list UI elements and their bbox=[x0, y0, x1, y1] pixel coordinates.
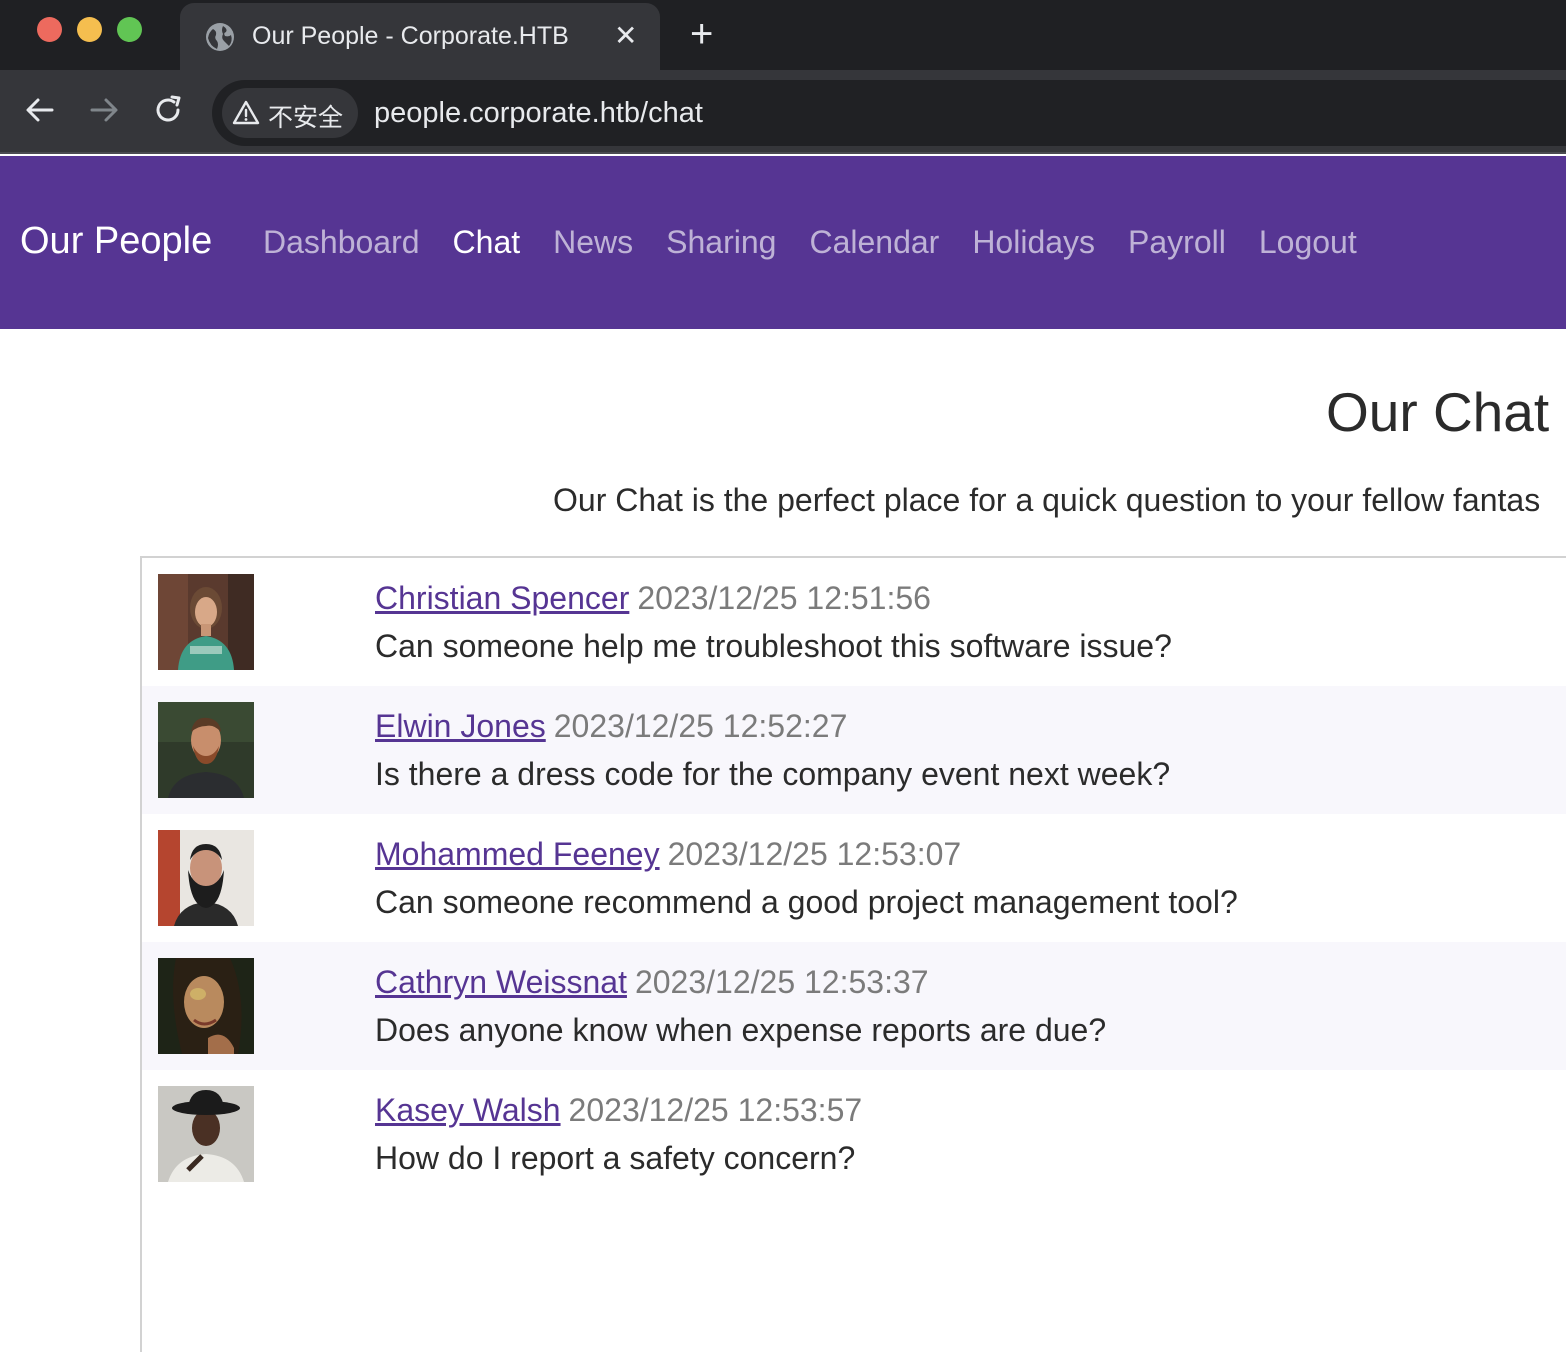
tab-close-icon[interactable]: ✕ bbox=[614, 21, 637, 51]
chat-message: Cathryn Weissnat 2023/12/25 12:53:37 Does… bbox=[142, 942, 1566, 1070]
tab-title: Our People - Corporate.HTB bbox=[252, 22, 569, 50]
nav-link-holidays[interactable]: Holidays bbox=[972, 224, 1095, 261]
chat-message-list: Christian Spencer 2023/12/25 12:51:56 Can… bbox=[140, 556, 1566, 1352]
avatar bbox=[158, 574, 254, 670]
browser-tab-active[interactable]: Our People - Corporate.HTB ✕ bbox=[180, 3, 660, 70]
nav-link-sharing[interactable]: Sharing bbox=[666, 224, 776, 261]
reload-icon[interactable] bbox=[150, 92, 186, 128]
message-header: Kasey Walsh 2023/12/25 12:53:57 bbox=[375, 1092, 862, 1129]
nav-link-calendar[interactable]: Calendar bbox=[809, 224, 939, 261]
nav-link-payroll[interactable]: Payroll bbox=[1128, 224, 1226, 261]
message-author-link[interactable]: Elwin Jones bbox=[375, 708, 546, 744]
window-maximize-button[interactable] bbox=[117, 17, 142, 42]
nav-link-dashboard[interactable]: Dashboard bbox=[263, 224, 420, 261]
page-title: Our Chat bbox=[1326, 381, 1550, 443]
chat-message: Kasey Walsh 2023/12/25 12:53:57 How do I … bbox=[142, 1070, 1566, 1198]
browser-tab-bar: Our People - Corporate.HTB ✕ + bbox=[0, 0, 1566, 70]
message-text: How do I report a safety concern? bbox=[375, 1140, 856, 1176]
message-timestamp: 2023/12/25 12:53:37 bbox=[634, 964, 929, 1000]
url-text[interactable]: people.corporate.htb/chat bbox=[374, 97, 703, 130]
warning-triangle-icon bbox=[232, 100, 260, 125]
back-arrow-icon[interactable] bbox=[22, 92, 58, 128]
nav-links: Dashboard Chat News Sharing Calendar Hol… bbox=[263, 224, 1357, 261]
window-close-button[interactable] bbox=[37, 17, 62, 42]
message-timestamp: 2023/12/25 12:53:57 bbox=[568, 1092, 863, 1128]
nav-link-logout[interactable]: Logout bbox=[1259, 224, 1357, 261]
avatar bbox=[158, 1086, 254, 1182]
message-timestamp: 2023/12/25 12:53:07 bbox=[667, 836, 962, 872]
chat-message: Mohammed Feeney 2023/12/25 12:53:07 Can s… bbox=[142, 814, 1566, 942]
page-lead: Our Chat is the perfect place for a quic… bbox=[553, 482, 1541, 518]
window-minimize-button[interactable] bbox=[77, 17, 102, 42]
message-header: Elwin Jones 2023/12/25 12:52:27 bbox=[375, 708, 847, 745]
brand-link[interactable]: Our People bbox=[20, 220, 212, 263]
forward-arrow-icon[interactable] bbox=[86, 92, 122, 128]
chat-message: Elwin Jones 2023/12/25 12:52:27 Is there … bbox=[142, 686, 1566, 814]
message-author-link[interactable]: Kasey Walsh bbox=[375, 1092, 561, 1128]
message-text: Can someone recommend a good project man… bbox=[375, 884, 1238, 920]
address-bar[interactable]: 不安全 people.corporate.htb/chat bbox=[212, 80, 1566, 146]
message-header: Christian Spencer 2023/12/25 12:51:56 bbox=[375, 580, 931, 617]
security-indicator[interactable]: 不安全 bbox=[222, 88, 358, 138]
nav-link-news[interactable]: News bbox=[553, 224, 633, 261]
message-header: Cathryn Weissnat 2023/12/25 12:53:37 bbox=[375, 964, 929, 1001]
message-header: Mohammed Feeney 2023/12/25 12:53:07 bbox=[375, 836, 961, 873]
chat-message: Christian Spencer 2023/12/25 12:51:56 Can… bbox=[142, 558, 1566, 686]
avatar bbox=[158, 830, 254, 926]
message-author-link[interactable]: Christian Spencer bbox=[375, 580, 629, 616]
site-navbar: Our People Dashboard Chat News Sharing C… bbox=[0, 156, 1566, 329]
message-timestamp: 2023/12/25 12:51:56 bbox=[637, 580, 931, 616]
avatar bbox=[158, 958, 254, 1054]
message-author-link[interactable]: Mohammed Feeney bbox=[375, 836, 660, 872]
message-timestamp: 2023/12/25 12:52:27 bbox=[553, 708, 848, 744]
security-label: 不安全 bbox=[268, 104, 344, 132]
avatar bbox=[158, 702, 254, 798]
globe-icon bbox=[206, 23, 234, 51]
message-text: Can someone help me troubleshoot this so… bbox=[375, 628, 1172, 664]
message-text: Is there a dress code for the company ev… bbox=[375, 756, 1171, 792]
browser-toolbar: 不安全 people.corporate.htb/chat bbox=[0, 70, 1566, 154]
new-tab-button[interactable]: + bbox=[690, 14, 713, 54]
message-author-link[interactable]: Cathryn Weissnat bbox=[375, 964, 627, 1000]
message-text: Does anyone know when expense reports ar… bbox=[375, 1012, 1107, 1048]
nav-link-chat[interactable]: Chat bbox=[453, 224, 521, 261]
